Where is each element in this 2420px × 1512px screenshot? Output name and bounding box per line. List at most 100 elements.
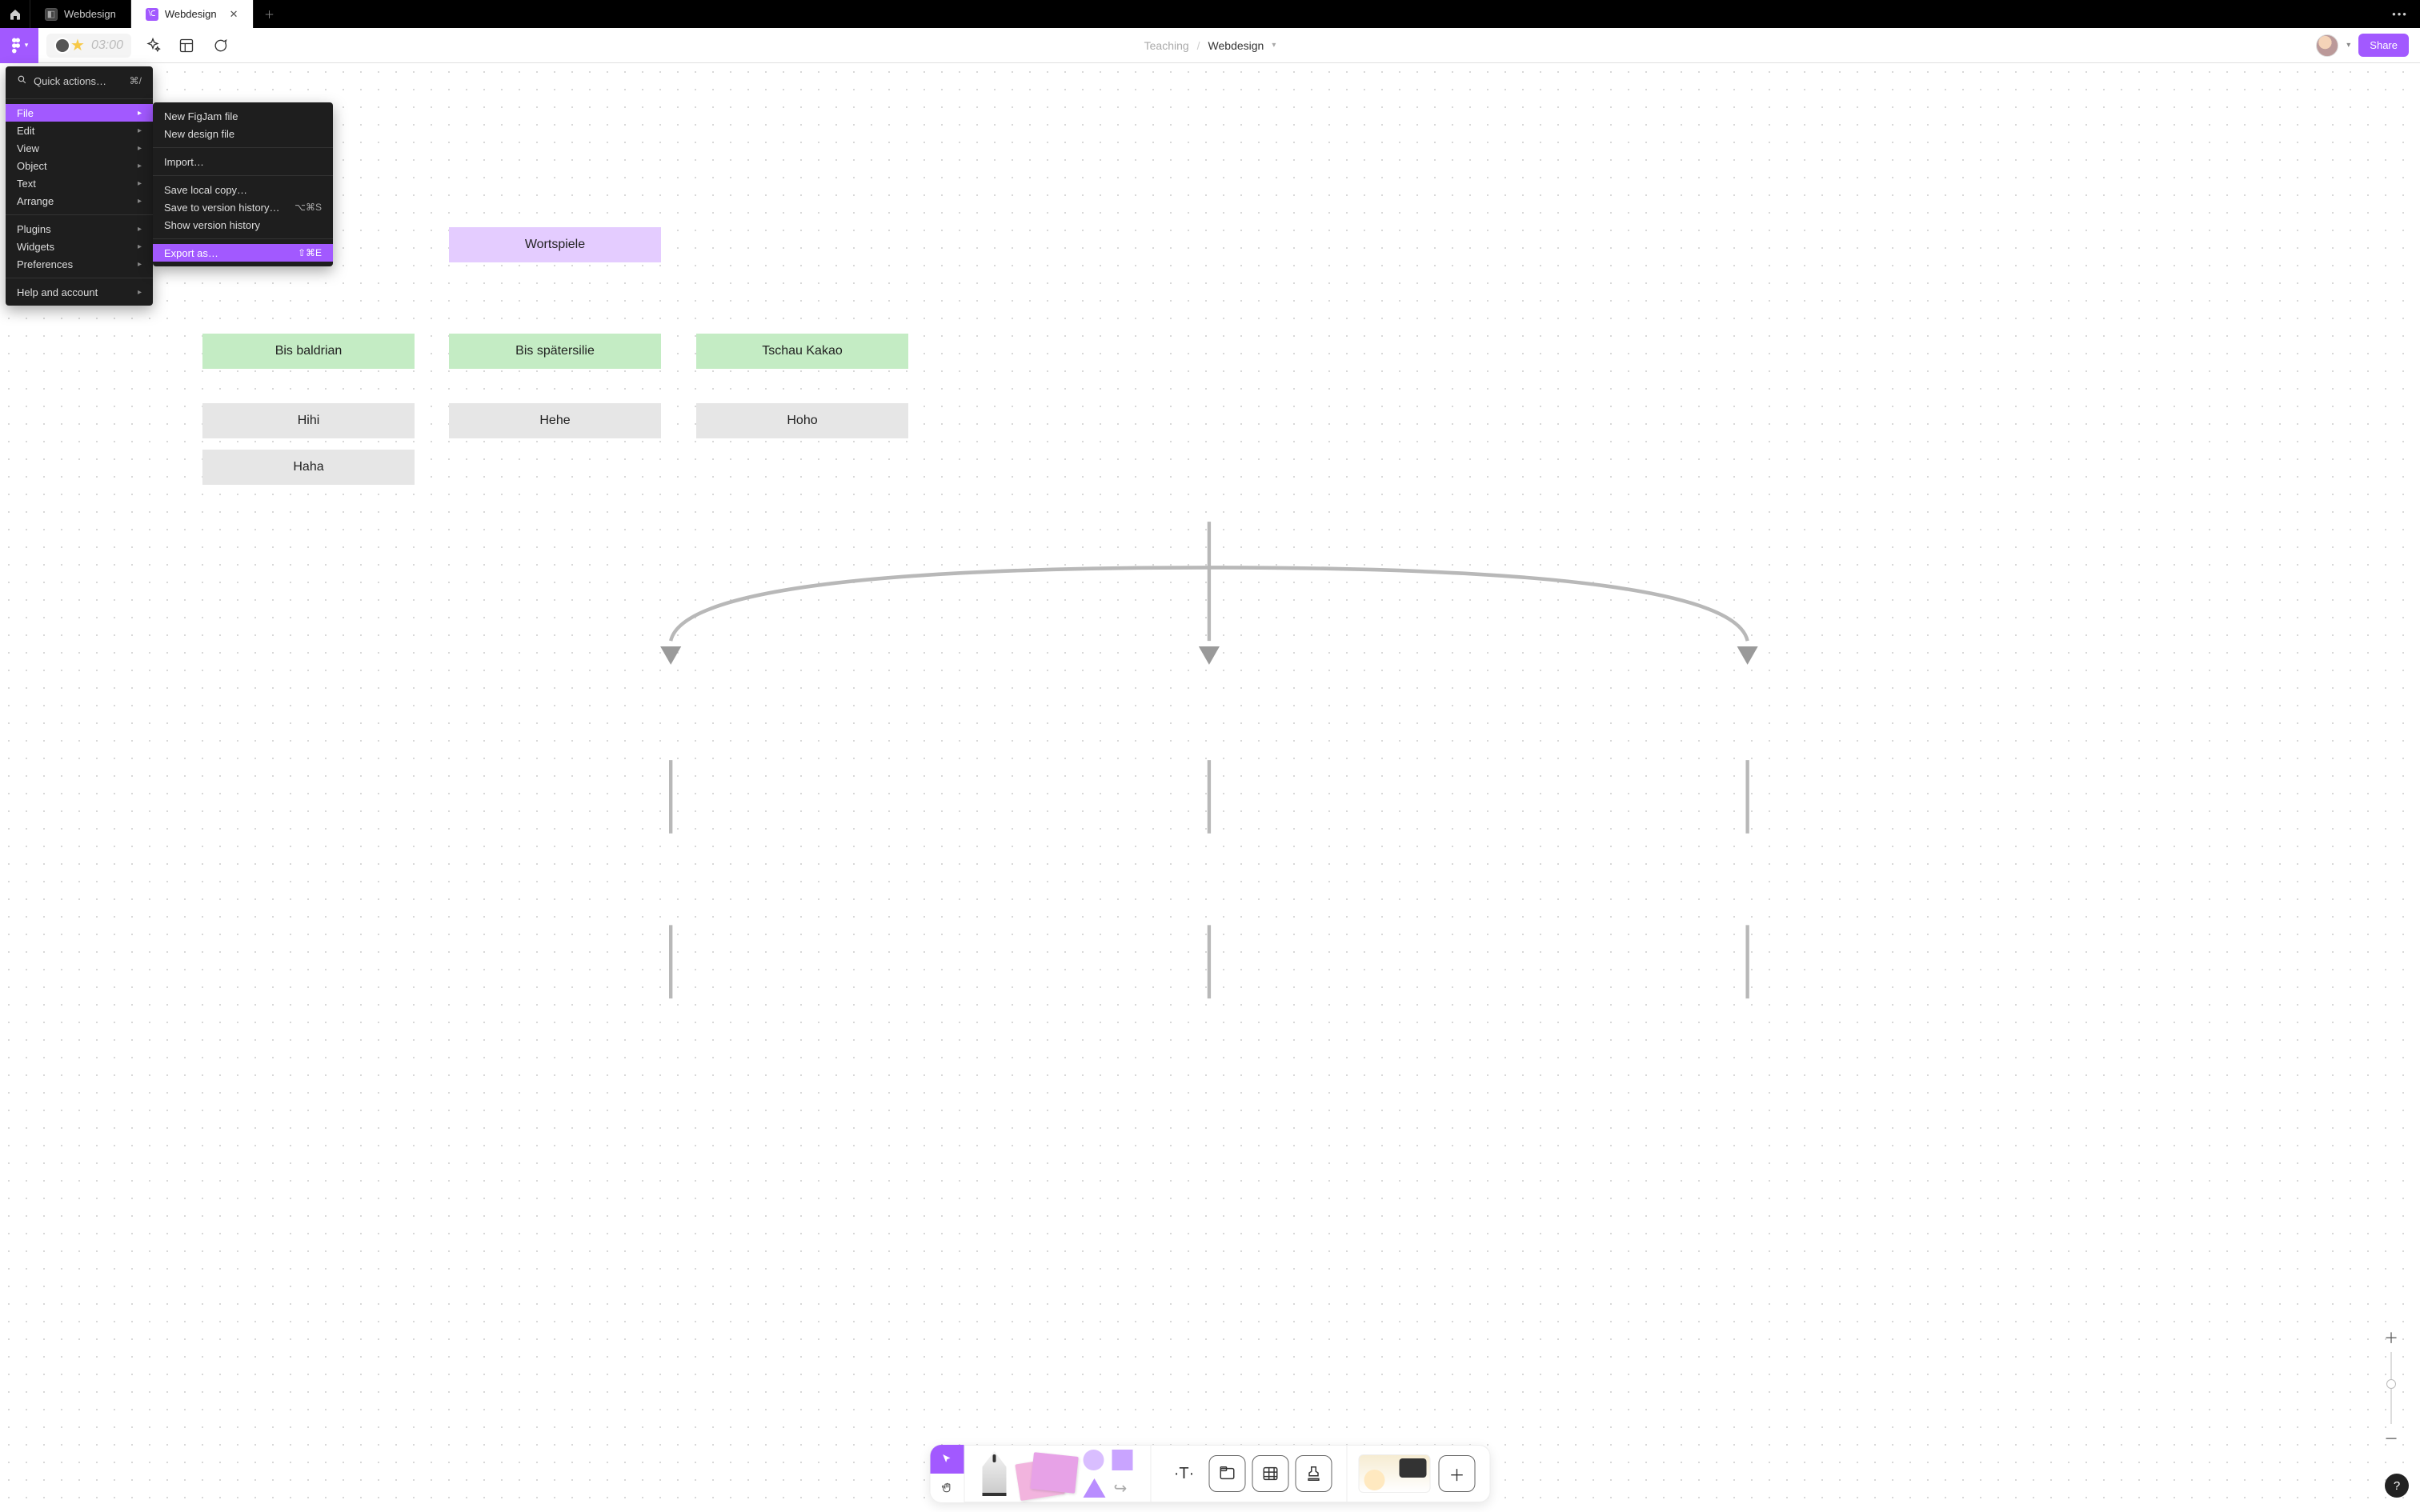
zoom-out-button[interactable]: －	[2382, 1429, 2401, 1448]
menu-item[interactable]: Save local copy…	[153, 181, 333, 198]
chevron-right-icon: ▸	[138, 225, 142, 234]
share-button[interactable]: Share	[2358, 34, 2409, 57]
timer-widget[interactable]: ★ 03:00	[46, 34, 131, 58]
tool-tray: ↪ ·T· ＋	[930, 1445, 1491, 1502]
node-b1[interactable]: Hehe	[449, 403, 661, 438]
more-tools-button[interactable]: ＋	[1439, 1455, 1476, 1492]
comment-icon[interactable]	[208, 34, 232, 58]
chevron-right-icon: ▸	[138, 179, 142, 188]
window-more-button[interactable]: •••	[2380, 0, 2420, 28]
ellipse-icon	[1084, 1450, 1104, 1470]
node-text: Hihi	[298, 414, 320, 428]
templates-button[interactable]	[1359, 1454, 1431, 1493]
menu-item-label: New FigJam file	[164, 110, 238, 122]
menu-item-shortcut: ⌥⌘S	[294, 202, 322, 213]
text-tool[interactable]: ·T·	[1166, 1455, 1203, 1492]
chevron-right-icon: ▸	[138, 242, 142, 251]
menu-item[interactable]: Text▸	[6, 174, 153, 192]
menu-item-label: Save to version history…	[164, 202, 280, 214]
ai-spark-icon[interactable]	[141, 34, 165, 58]
layout-icon[interactable]	[174, 34, 198, 58]
node-c1[interactable]: Hoho	[696, 403, 908, 438]
quick-actions-row[interactable]: Quick actions… ⌘/	[6, 71, 153, 94]
node-a1[interactable]: Hihi	[202, 403, 415, 438]
table-tool[interactable]	[1252, 1455, 1289, 1492]
menu-item-label: Object	[17, 160, 47, 172]
section-tool[interactable]	[1209, 1455, 1246, 1492]
menu-item[interactable]: New design file	[153, 125, 333, 142]
chevron-right-icon: ▸	[138, 126, 142, 135]
chevron-right-icon: ▸	[138, 288, 142, 297]
node-text: Bis baldrian	[275, 344, 343, 358]
search-icon	[17, 74, 27, 87]
node-b[interactable]: Bis spätersilie	[449, 334, 661, 369]
chevron-down-icon[interactable]: ▾	[2346, 41, 2350, 50]
menu-item-label: View	[17, 142, 39, 154]
connector-icon: ↪	[1114, 1478, 1128, 1498]
avatar[interactable]	[2316, 34, 2338, 57]
menu-item[interactable]: Widgets ▸	[6, 238, 153, 255]
menu-item[interactable]: New FigJam file	[153, 107, 333, 125]
menu-item[interactable]: Edit ▸	[6, 122, 153, 139]
menu-item-label: Arrange	[17, 195, 54, 207]
menu-item[interactable]: Arrange▸	[6, 192, 153, 210]
new-tab-button[interactable]: ＋	[254, 0, 286, 28]
stamp-tool[interactable]	[1296, 1455, 1332, 1492]
zoom-in-button[interactable]: ＋	[2382, 1328, 2401, 1347]
shape-tool[interactable]: ↪	[1084, 1450, 1140, 1498]
sticky-tool[interactable]	[1016, 1451, 1080, 1496]
menu-item[interactable]: Show version history	[153, 216, 333, 234]
help-button[interactable]: ?	[2385, 1474, 2409, 1498]
menu-item-label: Plugins	[17, 223, 51, 235]
menu-item-label: Export as…	[164, 247, 218, 259]
node-text: Bis spätersilie	[515, 344, 595, 358]
chevron-down-icon[interactable]: ▾	[1272, 41, 1276, 50]
crumb-root[interactable]: Teaching	[1144, 39, 1189, 52]
tab-active[interactable]: ⟈ Webdesign ✕	[131, 0, 254, 28]
canvas[interactable]: Wortspiele Bis baldrian Bis spätersilie …	[0, 63, 2420, 1512]
menu-item[interactable]: Import…	[153, 153, 333, 170]
menu-item-label: Widgets	[17, 241, 54, 253]
node-c[interactable]: Tschau Kakao	[696, 334, 908, 369]
select-tool[interactable]	[931, 1445, 964, 1474]
menu-item[interactable]: Plugins ▸	[6, 220, 153, 238]
menu-item[interactable]: Object▸	[6, 157, 153, 174]
menu-item-label: File	[17, 107, 34, 119]
marker-tool[interactable]	[983, 1451, 1007, 1496]
node-root[interactable]: Wortspiele	[449, 227, 661, 262]
menu-item-label: Help and account	[17, 286, 98, 298]
hand-tool[interactable]	[931, 1474, 964, 1502]
menu-item-label: New design file	[164, 128, 234, 140]
main-menu-button[interactable]: ▾	[0, 28, 38, 63]
node-a[interactable]: Bis baldrian	[202, 334, 415, 369]
crumb-separator: /	[1197, 39, 1200, 52]
main-menu: Quick actions… ⌘/ File▸Edit▸View▸Object▸…	[6, 66, 153, 306]
figma-file-icon: ◧	[45, 8, 58, 21]
crumb-file[interactable]: Webdesign	[1208, 39, 1264, 52]
tab-label: Webdesign	[64, 8, 116, 20]
home-button[interactable]	[0, 0, 30, 28]
chevron-right-icon: ▸	[138, 144, 142, 153]
breadcrumb[interactable]: Teaching / Webdesign ▾	[1144, 39, 1276, 52]
help-icon: ?	[2394, 1479, 2400, 1493]
chevron-right-icon: ▸	[138, 109, 142, 118]
menu-item[interactable]: Preferences▸	[6, 255, 153, 273]
menu-item[interactable]: Save to version history… ⌥⌘S	[153, 198, 333, 216]
menu-item[interactable]: Help and account ▸	[6, 283, 153, 301]
node-text: Tschau Kakao	[762, 344, 843, 358]
menu-item[interactable]: View ▸	[6, 139, 153, 157]
figjam-file-icon: ⟈	[146, 8, 158, 21]
close-icon[interactable]: ✕	[230, 8, 238, 21]
menu-item-label: Import…	[164, 156, 204, 168]
zoom-slider[interactable]	[2390, 1352, 2392, 1424]
node-text: Wortspiele	[525, 238, 585, 252]
node-a2[interactable]: Haha	[202, 450, 415, 485]
node-text: Hoho	[787, 414, 817, 428]
menu-item-label: Save local copy…	[164, 184, 247, 196]
menu-item[interactable]: Export as…⇧⌘E	[153, 244, 333, 262]
timer-text: 03:00	[91, 38, 123, 53]
node-text: Hehe	[539, 414, 570, 428]
menu-item[interactable]: File ▸	[6, 104, 153, 122]
menu-item-label: Edit	[17, 125, 34, 137]
tab-inactive[interactable]: ◧ Webdesign	[30, 0, 131, 28]
